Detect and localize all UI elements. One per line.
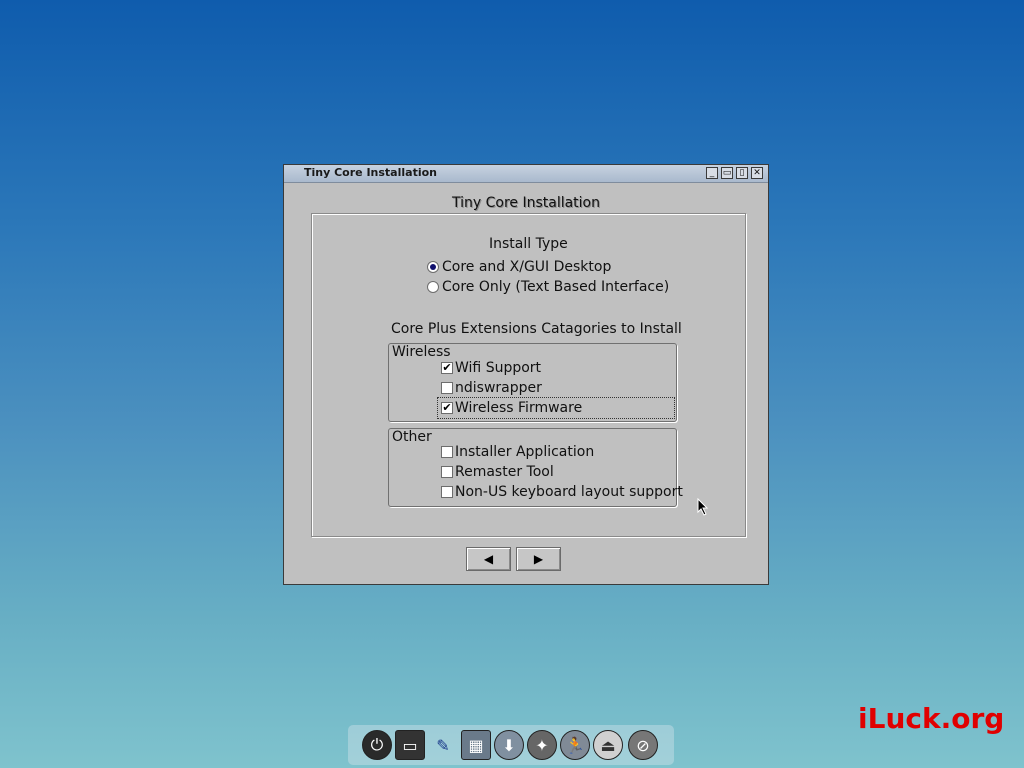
- close-button[interactable]: ✕: [751, 167, 763, 179]
- dock: ⏻ ▭ ✎ ▦ ⬇ ✦ 🏃 ⏏ ⊘: [348, 725, 674, 765]
- window-title: Tiny Core Installation: [304, 166, 437, 179]
- arrow-left-icon: ◀: [483, 552, 494, 566]
- wireless-group-title: Wireless: [392, 344, 451, 360]
- editor-icon[interactable]: ✎: [428, 730, 458, 760]
- title-bar[interactable]: Tiny Core Installation _ ▭ ▯ ✕: [284, 165, 768, 183]
- ndiswrapper-label[interactable]: ndiswrapper: [455, 380, 542, 396]
- installer-window: Tiny Core Installation _ ▭ ▯ ✕ Tiny Core…: [283, 164, 769, 585]
- maximize-button[interactable]: ▯: [736, 167, 748, 179]
- mouse-cursor-icon: [697, 498, 709, 516]
- non-us-keyboard-label[interactable]: Non-US keyboard layout support: [455, 484, 683, 500]
- radio-selected-dot: [430, 264, 436, 270]
- terminal-icon[interactable]: ▭: [395, 730, 425, 760]
- page-title: Tiny Core Installation: [451, 195, 600, 211]
- apps-icon[interactable]: ⬇: [494, 730, 524, 760]
- wireless-firmware-label[interactable]: Wireless Firmware: [455, 400, 582, 416]
- wifi-support-label[interactable]: Wifi Support: [455, 360, 541, 376]
- power-icon[interactable]: ⏻: [362, 730, 392, 760]
- other-group-title: Other: [392, 429, 432, 445]
- radio-core-only-label[interactable]: Core Only (Text Based Interface): [442, 279, 669, 295]
- wireless-firmware-checkbox[interactable]: ✔: [441, 402, 453, 414]
- install-type-label: Install Type: [489, 236, 568, 252]
- next-button[interactable]: ▶: [516, 547, 561, 571]
- non-us-keyboard-checkbox[interactable]: [441, 486, 453, 498]
- cancel-icon[interactable]: ⊘: [628, 730, 658, 760]
- restore-button[interactable]: ▭: [721, 167, 733, 179]
- remaster-tool-checkbox[interactable]: [441, 466, 453, 478]
- radio-core-gui-label[interactable]: Core and X/GUI Desktop: [442, 259, 611, 275]
- mount-icon[interactable]: ⏏: [593, 730, 623, 760]
- radio-core-gui[interactable]: [427, 261, 439, 273]
- remaster-tool-label[interactable]: Remaster Tool: [455, 464, 554, 480]
- ndiswrapper-checkbox[interactable]: [441, 382, 453, 394]
- run-icon[interactable]: 🏃: [560, 730, 590, 760]
- control-panel-icon[interactable]: ▦: [461, 730, 491, 760]
- back-button[interactable]: ◀: [466, 547, 511, 571]
- installer-application-label[interactable]: Installer Application: [455, 444, 594, 460]
- minimize-button[interactable]: _: [706, 167, 718, 179]
- extensions-label: Core Plus Extensions Catagories to Insta…: [391, 321, 682, 337]
- wand-icon[interactable]: ✦: [527, 730, 557, 760]
- arrow-right-icon: ▶: [533, 552, 544, 566]
- wifi-support-checkbox[interactable]: ✔: [441, 362, 453, 374]
- watermark: iLuck.org: [858, 702, 1005, 735]
- radio-core-only[interactable]: [427, 281, 439, 293]
- installer-application-checkbox[interactable]: [441, 446, 453, 458]
